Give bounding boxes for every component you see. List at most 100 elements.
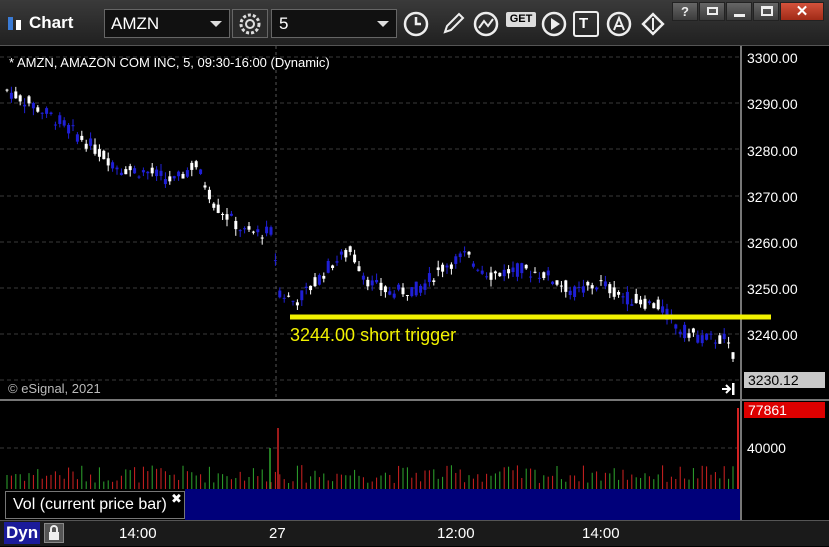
candle-body <box>269 227 273 235</box>
candle-body <box>273 260 277 262</box>
price-chart[interactable] <box>0 46 829 520</box>
minimize-button[interactable] <box>726 2 752 21</box>
candle-body <box>225 214 229 220</box>
volume-study-label[interactable]: Vol (current price bar) <box>5 491 185 519</box>
candle-body <box>119 172 123 176</box>
symbol-input[interactable]: AMZN <box>104 9 230 38</box>
candle-body <box>49 112 53 115</box>
price-axis-label: 3240.00 <box>747 327 798 343</box>
candle-body <box>454 256 458 264</box>
chevron-down-icon[interactable] <box>210 21 222 27</box>
play-icon[interactable] <box>539 9 569 39</box>
text-tool-button[interactable]: T <box>573 11 599 37</box>
restore-tab-button[interactable] <box>699 2 725 21</box>
candle-body <box>194 161 198 168</box>
candle-body <box>133 168 137 174</box>
price-pane <box>0 46 740 399</box>
text-icon: T <box>579 15 589 32</box>
candle-body <box>727 342 731 344</box>
candle-body <box>9 92 13 99</box>
candle-body <box>102 150 106 160</box>
candle-body <box>507 269 511 274</box>
candle-body <box>577 286 581 288</box>
volume-study-name: Vol (current price bar) <box>13 496 167 513</box>
candle-body <box>309 285 313 291</box>
candle-body <box>238 230 242 232</box>
alert-icon[interactable] <box>604 9 634 39</box>
candle-body <box>366 279 370 287</box>
candle-body <box>353 254 357 263</box>
candle-body <box>414 281 418 296</box>
candle-body <box>331 265 335 268</box>
pencil-icon[interactable] <box>438 9 468 39</box>
candle-body <box>177 171 181 177</box>
candle-body <box>326 260 330 273</box>
candle-body <box>335 261 339 263</box>
candle-body <box>23 104 27 107</box>
candle-body <box>551 281 555 285</box>
lock-button[interactable] <box>44 523 64 543</box>
clock-icon[interactable] <box>401 9 431 39</box>
candle-body <box>212 203 216 208</box>
time-label: 14:00 <box>582 525 620 542</box>
gear-icon <box>239 13 261 35</box>
candle-body <box>124 169 128 175</box>
candle-body <box>524 264 528 269</box>
candle-body <box>617 291 621 295</box>
minimize-icon <box>734 14 745 17</box>
candle-body <box>718 335 722 344</box>
candle-body <box>14 91 18 99</box>
candle-body <box>146 171 150 174</box>
candle-body <box>405 295 409 297</box>
price-axis-label: 3260.00 <box>747 235 798 251</box>
candle-body <box>678 331 682 334</box>
close-icon: ✕ <box>795 3 809 20</box>
title-bar: Chart AMZN 5 GET T ? ✕ <box>0 0 829 46</box>
interval-input[interactable]: 5 <box>271 9 397 38</box>
candle-body <box>687 333 691 338</box>
candle-body <box>652 303 656 309</box>
candle-body <box>300 290 304 301</box>
get-button[interactable]: GET <box>506 12 536 34</box>
candle-body <box>634 293 638 304</box>
time-label: 12:00 <box>437 525 475 542</box>
candle-body <box>62 120 66 126</box>
link-icon[interactable] <box>638 9 668 39</box>
candle-body <box>155 169 159 177</box>
close-icon[interactable]: ✖ <box>171 491 182 507</box>
candle-body <box>498 272 502 277</box>
candle-body <box>696 334 700 343</box>
candle-body <box>722 333 726 340</box>
close-button[interactable]: ✕ <box>780 2 824 21</box>
candle-body <box>159 170 163 176</box>
candle-body <box>471 263 475 267</box>
candle-body <box>207 189 211 200</box>
candle-body <box>647 301 651 304</box>
candle-body <box>313 277 317 287</box>
chart-title: * AMZN, AMAZON COM INC, 5, 09:30-16:00 (… <box>9 55 330 70</box>
candle-body <box>515 263 519 277</box>
candle-body <box>243 228 247 230</box>
chart-app-icon <box>8 17 21 30</box>
settings-button[interactable] <box>232 9 268 38</box>
candle-body <box>375 279 379 283</box>
volume-axis-label: 40000 <box>747 440 786 456</box>
candle-body <box>463 251 467 253</box>
help-button[interactable]: ? <box>672 2 698 21</box>
maximize-button[interactable] <box>753 2 779 21</box>
chevron-down-icon[interactable] <box>377 21 389 27</box>
candle-body <box>581 286 585 293</box>
candle-body <box>476 269 480 271</box>
candle-body <box>234 220 238 230</box>
candle-body <box>251 231 255 233</box>
candle-body <box>489 272 493 280</box>
restore-icon <box>707 7 718 15</box>
candle-body <box>603 281 607 287</box>
study-icon[interactable] <box>471 9 501 39</box>
dynamic-mode-button[interactable]: Dyn <box>4 522 41 544</box>
candle-body <box>625 291 629 305</box>
candle-body <box>691 328 695 333</box>
scroll-to-end-icon[interactable] <box>721 382 737 396</box>
candle-body <box>590 285 594 289</box>
candle-body <box>621 296 625 298</box>
